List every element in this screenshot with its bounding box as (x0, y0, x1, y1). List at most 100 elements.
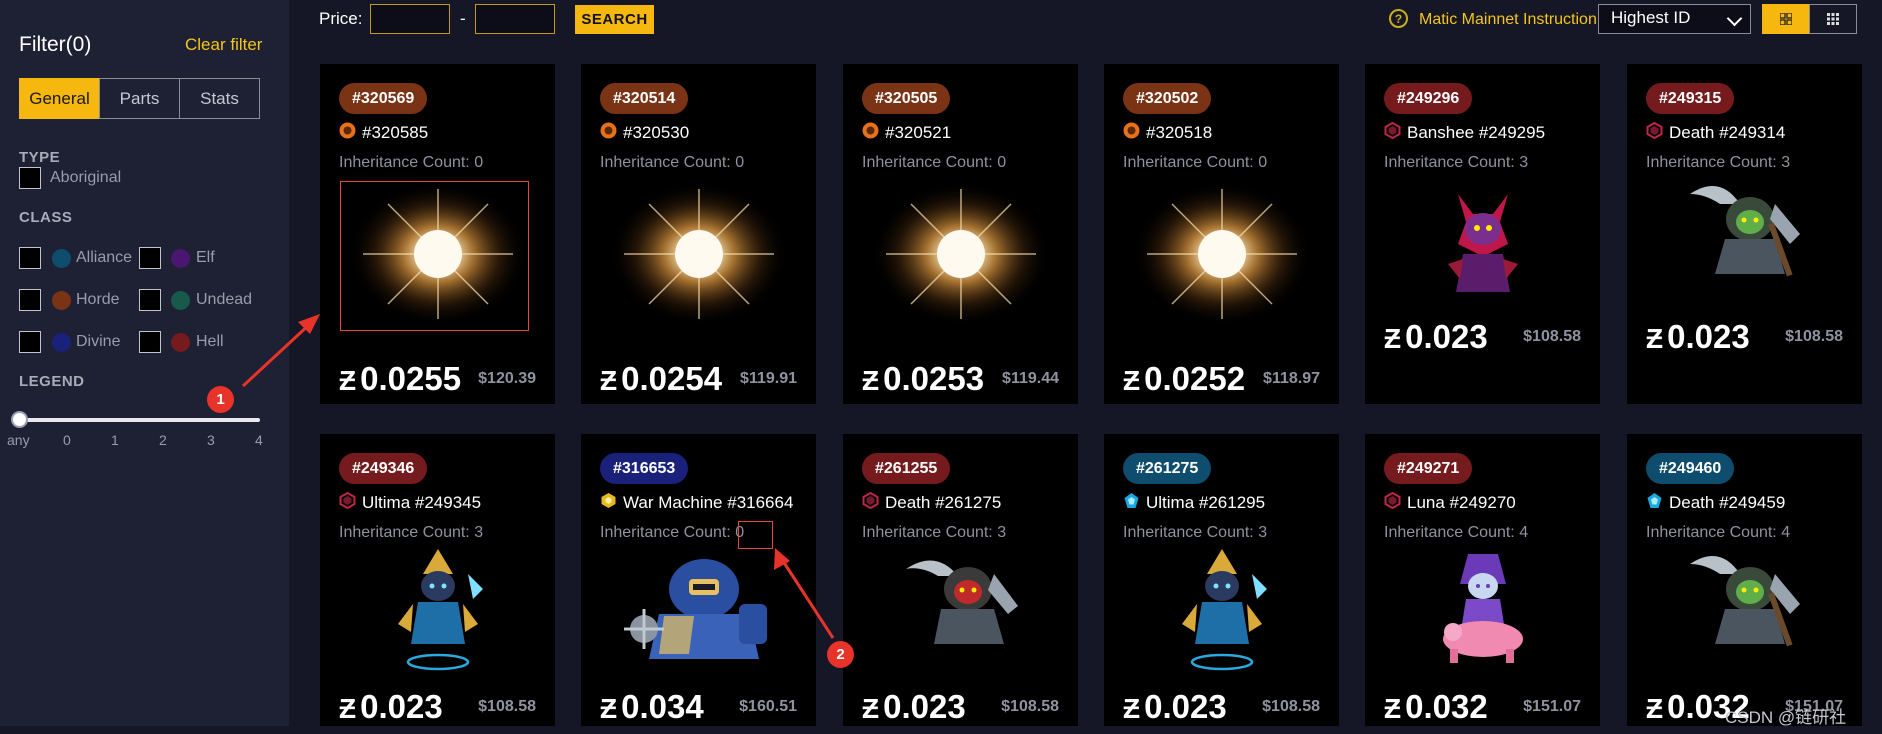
horde-checkbox[interactable] (19, 289, 41, 311)
legend-tick: 3 (207, 432, 215, 448)
aboriginal-checkbox[interactable] (19, 167, 41, 189)
hero-name-row: Death #249459 (1646, 492, 1785, 514)
price-min-input[interactable] (370, 4, 450, 34)
divine-label: Divine (76, 333, 121, 350)
currency-icon: Ƶ (1384, 323, 1402, 354)
clear-filter-link[interactable]: Clear filter (185, 35, 262, 55)
hero-name-row: #320521 (862, 122, 951, 144)
hero-name-row: Death #249314 (1646, 121, 1785, 144)
price-value: 0.023 (360, 688, 443, 725)
token-id: #320514 (613, 89, 676, 107)
hero-card[interactable]: #249460 Death #249459 Inheritance Count: 4… (1627, 434, 1862, 726)
hero-name-row: Banshee #249295 (1384, 121, 1545, 144)
large-grid-view-button[interactable] (1762, 4, 1810, 34)
hell-race-icon (1384, 491, 1407, 514)
undead-checkbox[interactable] (139, 289, 161, 311)
hero-image (1428, 174, 1538, 309)
hell-checkbox[interactable] (139, 331, 161, 353)
usd-price: $108.58 (1001, 698, 1059, 715)
alliance-checkbox[interactable] (19, 247, 41, 269)
token-id: #316653 (613, 459, 676, 477)
price-label: Price: (319, 9, 363, 28)
inheritance-label: Inheritance Count: (1384, 154, 1515, 171)
currency-icon: Ƶ (600, 693, 618, 724)
token-id-badge: #249460 (1646, 453, 1735, 484)
price-value: 0.023 (1405, 318, 1488, 355)
price-value: 0.0254 (621, 360, 723, 397)
tab-stats[interactable]: Stats (179, 78, 260, 119)
arrow-1-head-icon (298, 314, 320, 334)
search-button[interactable]: SEARCH (575, 5, 654, 34)
alliance-dot-icon (52, 249, 71, 268)
eth-price: Ƶ 0.0254 (600, 360, 722, 398)
inheritance-value: 3 (1781, 154, 1791, 171)
hero-name-row: Death #261275 (862, 491, 1001, 514)
price-value: 0.023 (1144, 688, 1227, 725)
elf-label: Elf (196, 249, 215, 266)
token-id: #249315 (1659, 89, 1722, 107)
hero-image (1428, 544, 1538, 679)
divine-checkbox[interactable] (19, 331, 41, 353)
hero-card[interactable]: #249346 Ultima #249345 Inheritance Count: … (320, 434, 555, 726)
hero-name-row: War Machine #316664 (600, 492, 793, 514)
inheritance-value: 0 (474, 154, 484, 171)
tab-general[interactable]: General (19, 78, 100, 119)
price-value: 0.0255 (360, 360, 462, 397)
hero-name: War Machine #316664 (623, 493, 794, 512)
inheritance-label: Inheritance Count: (1123, 154, 1254, 171)
egg-image (1127, 179, 1317, 334)
matic-instruction-link[interactable]: Matic Mainnet Instruction (1419, 11, 1597, 29)
inheritance-value: 0 (735, 154, 745, 171)
hero-card[interactable]: #249296 Banshee #249295 Inheritance Count:… (1365, 64, 1600, 404)
hero-card[interactable]: #320502 #320518 Inheritance Count: 0 Ƶ 0.025… (1104, 64, 1339, 404)
hero-name: Ultima #261295 (1146, 493, 1266, 512)
alliance-label: Alliance (76, 249, 133, 266)
hero-card[interactable]: #249315 Death #249314 Inheritance Count: 3… (1627, 64, 1862, 404)
inheritance-count: Inheritance Count: 0 (1123, 154, 1267, 172)
hero-card[interactable]: #261275 Ultima #261295 Inheritance Count: … (1104, 434, 1339, 726)
inheritance-count: Inheritance Count: 0 (600, 524, 744, 542)
token-id-badge: #320505 (862, 83, 951, 114)
token-id-badge: #320502 (1123, 83, 1212, 114)
alliance-race-icon (1123, 492, 1146, 514)
currency-icon: Ƶ (1123, 693, 1141, 724)
hero-card[interactable]: #316653 War Machine #316664 Inheritance Co… (581, 434, 816, 726)
price-value: 0.032 (1405, 688, 1488, 725)
sort-select[interactable]: Highest ID (1598, 4, 1751, 34)
annotation-marker-1: 1 (207, 386, 234, 413)
hero-card[interactable]: #320505 #320521 Inheritance Count: 0 Ƶ 0.025… (843, 64, 1078, 404)
inheritance-label: Inheritance Count: (1384, 524, 1515, 541)
class-heading: CLASS (19, 209, 73, 226)
inheritance-count: Inheritance Count: 3 (1646, 154, 1790, 172)
annotation-marker-2: 2 (827, 641, 854, 668)
hero-name: #320530 (623, 123, 690, 142)
elf-checkbox[interactable] (139, 247, 161, 269)
inheritance-value: 0 (997, 154, 1007, 171)
watermark: CSDN @链研社 (1725, 708, 1847, 727)
hero-image (383, 544, 493, 679)
inheritance-count: Inheritance Count: 0 (862, 154, 1006, 172)
tab-parts[interactable]: Parts (99, 78, 180, 119)
hell-race-icon (1384, 121, 1407, 144)
small-grid-view-button[interactable] (1809, 4, 1857, 34)
filter-tabs: General Parts Stats (19, 78, 260, 119)
hell-label: Hell (196, 333, 224, 350)
price-value: 0.023 (1667, 318, 1750, 355)
token-id: #261275 (1136, 459, 1199, 477)
hell-race-icon (862, 491, 885, 514)
hero-card[interactable]: #249271 Luna #249270 Inheritance Count: 4 Ƶ… (1365, 434, 1600, 726)
currency-icon: Ƶ (862, 693, 880, 724)
inheritance-count: Inheritance Count: 3 (1384, 154, 1528, 172)
undead-dot-icon (171, 291, 190, 310)
eth-price: Ƶ 0.034 (600, 688, 704, 726)
legend-slider-track[interactable] (19, 418, 260, 422)
hero-card[interactable]: #320514 #320530 Inheritance Count: 0 Ƶ 0.025… (581, 64, 816, 404)
inheritance-label: Inheritance Count: (600, 154, 731, 171)
hero-name: #320518 (1146, 123, 1213, 142)
help-icon[interactable]: ? (1389, 9, 1408, 28)
hero-card[interactable]: #261255 Death #261275 Inheritance Count: 3… (843, 434, 1078, 726)
legend-slider-handle[interactable] (11, 411, 28, 428)
price-max-input[interactable] (475, 4, 555, 34)
token-id: #249460 (1659, 459, 1722, 477)
inheritance-value: 0 (1258, 154, 1268, 171)
